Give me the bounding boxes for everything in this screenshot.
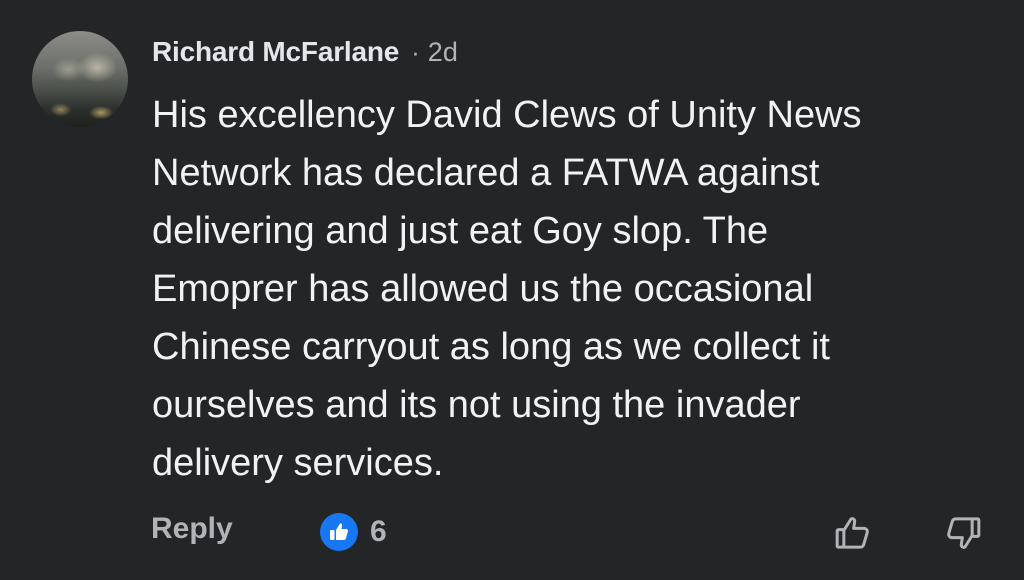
- comment-header: Richard McFarlane · 2d: [152, 34, 458, 70]
- reaction-count: 6: [370, 515, 387, 548]
- comment-text: His excellency David Clews of Unity News…: [152, 94, 862, 484]
- avatar[interactable]: [32, 31, 128, 127]
- thumbs-up-outline-icon[interactable]: [830, 510, 876, 556]
- thumbs-down-outline-icon[interactable]: [940, 510, 986, 556]
- timestamp[interactable]: 2d: [428, 37, 458, 68]
- thumbs-up-icon: [320, 513, 358, 551]
- author-name[interactable]: Richard McFarlane: [152, 36, 399, 68]
- comment: Richard McFarlane · 2d His excellency Da…: [0, 0, 1024, 580]
- reaction-summary[interactable]: 6: [320, 512, 387, 552]
- reply-button[interactable]: Reply: [151, 512, 233, 546]
- separator-dot: ·: [411, 36, 420, 67]
